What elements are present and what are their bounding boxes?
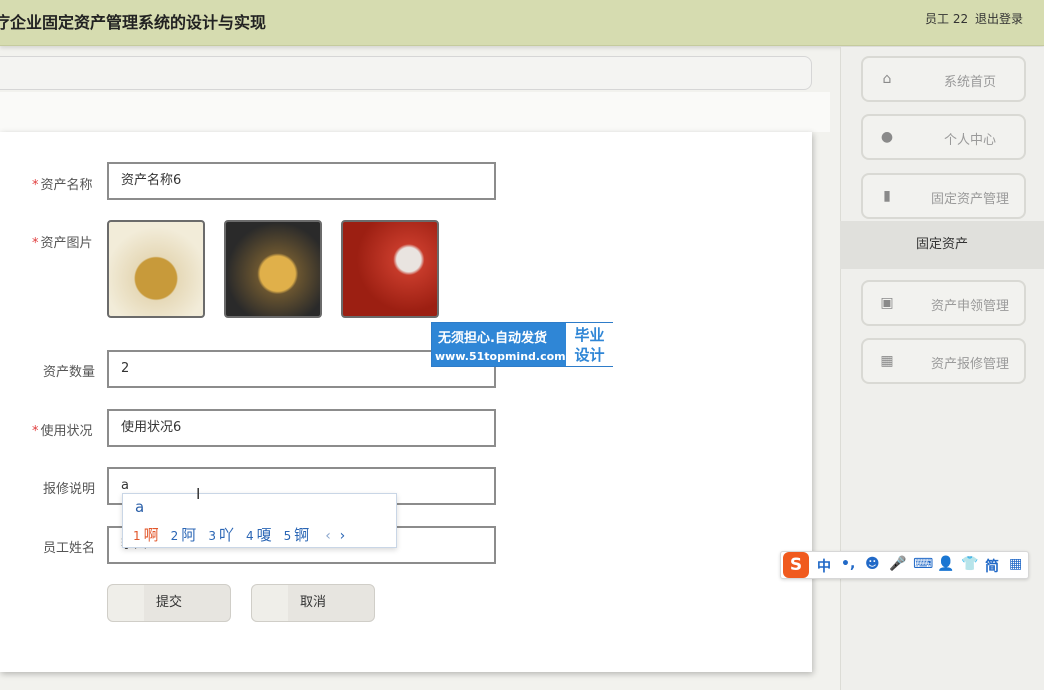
book-icon: ▮ [883,188,891,204]
user-icon: ● [880,129,894,145]
emoji-icon[interactable]: ☻ [865,556,880,572]
breadcrumb-bar [0,56,812,90]
watermark-side: 毕业 设计 [566,323,613,366]
sogou-logo-icon[interactable]: S [783,552,809,578]
content-top-band [0,92,830,132]
sidebar-item-label: 资产申领管理 [930,299,1009,314]
punctuation-icon[interactable]: •, [841,556,855,572]
submit-button[interactable]: 提交 [107,584,231,622]
sidebar-item-label: 资产报修管理 [930,357,1009,372]
app-title: 疗企业固定资产管理系统的设计与实现 [0,13,267,32]
ime-candidate[interactable]: 4嗄 [246,524,272,545]
usage-status-label: * 使用状况 [32,424,93,439]
sidebar-item-label: 固定资产管理 [930,192,1009,207]
sidebar-item-home[interactable]: ⌂ 系统首页 [861,56,1026,102]
skin-shirt-icon[interactable]: 👕 [961,556,978,572]
clipboard-icon: ▣ [880,295,894,311]
ime-mode-chinese[interactable]: 中 [817,556,831,576]
ime-candidate-box: a 1 啊 2 阿 3 吖 4 嗄 5 锕 ‹ › [122,493,397,548]
logout-link[interactable]: 退出登录 [975,10,1023,27]
asset-name-label: * 资产名称 [32,178,93,193]
usage-status-input[interactable]: 使用状况6 [107,409,496,447]
ime-candidate[interactable]: 5锕 [284,524,310,545]
sidebar-item-profile[interactable]: ● 个人中心 [861,114,1026,160]
employee-name-label: 员工姓名 [43,541,96,556]
ime-candidate-list: 1 啊 2 阿 3 吖 4 嗄 5 锕 ‹ › [133,524,345,545]
sidebar-item-asset-claim[interactable]: ▣ 资产申领管理 [861,280,1026,326]
required-mark: * [32,236,39,251]
required-mark: * [32,178,39,193]
toolbox-grid-icon[interactable]: ▦ [1009,556,1022,572]
watermark-line-2: www.51topmind.com [435,350,566,363]
text-cursor-icon: I [196,485,201,503]
asset-name-input[interactable]: 资产名称6 [107,162,496,200]
sidebar-item-asset-repair[interactable]: ▦ 资产报修管理 [861,338,1026,384]
ime-candidate[interactable]: 1啊 [133,524,159,545]
sidebar-item-fixed-assets[interactable]: ▮ 固定资产管理 [861,173,1026,219]
simplified-toggle[interactable]: 简 [985,556,999,576]
asset-quantity-label: 资产数量 [43,365,96,380]
home-icon: ⌂ [882,71,892,87]
user-name: 员工 22 [925,12,969,26]
watermark-line-1: 无须担心.自动发货 [438,331,547,346]
ime-composition: a [135,498,145,516]
ime-next-page-icon[interactable]: › [340,528,346,544]
repair-note-label: 报修说明 [43,482,96,497]
grid-icon: ▦ [880,353,894,369]
ime-toolbar: S 中 •, ☻ 🎤 ⌨ 👤 👕 简 ▦ [780,551,1029,579]
asset-image-thumb-1[interactable] [107,220,205,318]
keyboard-icon[interactable]: ⌨ [913,556,933,572]
cancel-button[interactable]: 取消 [251,584,375,622]
asset-image-label: * 资产图片 [32,236,93,251]
asset-image-thumb-2[interactable] [224,220,322,318]
user-account-icon[interactable]: 👤 [937,556,954,572]
ime-prev-page-icon[interactable]: ‹ [325,528,331,544]
watermark-banner: 无须担心.自动发货 www.51topmind.com 毕业 设计 [431,322,613,367]
sidebar-subitem-fixed-asset[interactable]: 固定资产 [840,221,1044,269]
top-header: 疗企业固定资产管理系统的设计与实现 员工 22 退出登录 [0,0,1044,46]
microphone-icon[interactable]: 🎤 [889,556,906,572]
ime-candidate[interactable]: 3吖 [208,524,234,545]
required-mark: * [32,424,39,439]
sidebar-item-label: 系统首页 [943,75,996,90]
ime-candidate[interactable]: 2阿 [171,524,197,545]
asset-image-thumb-3[interactable] [341,220,439,318]
sidebar-item-label: 个人中心 [943,133,996,148]
